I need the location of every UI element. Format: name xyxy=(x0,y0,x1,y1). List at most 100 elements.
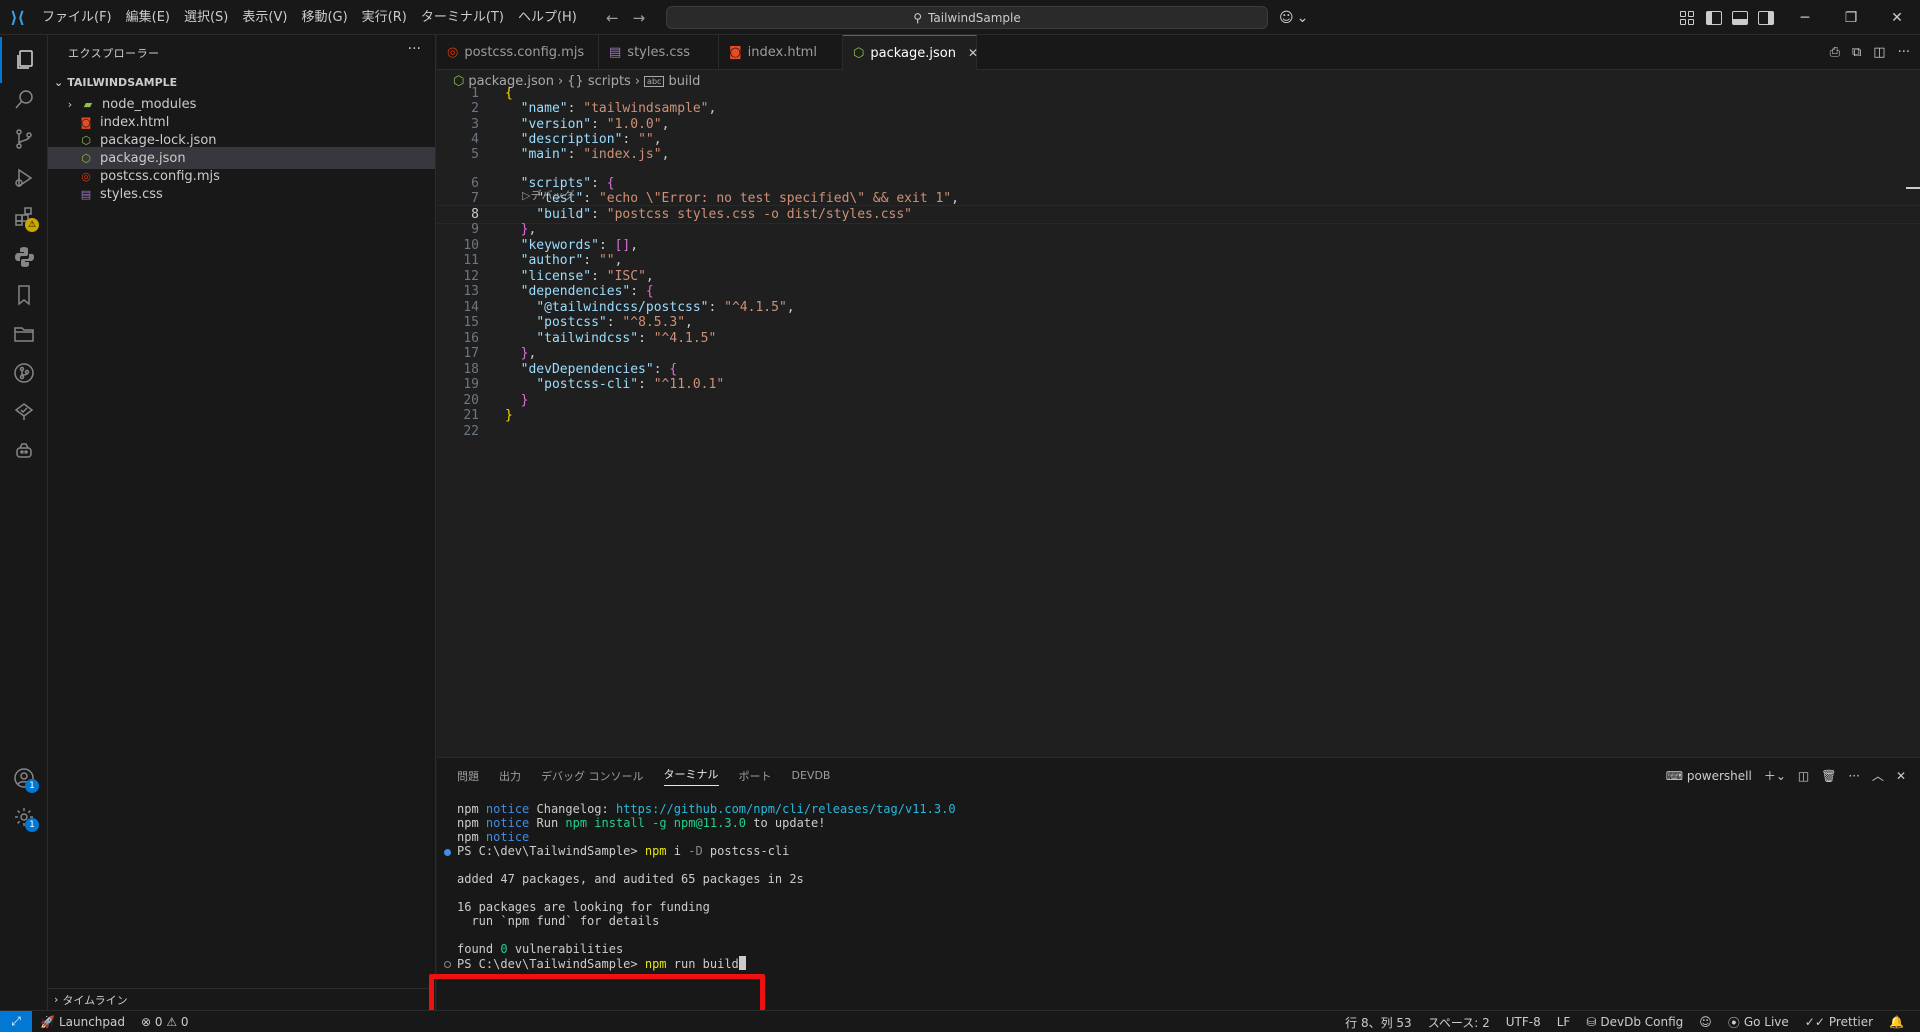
tree-item-label: postcss.config.mjs xyxy=(100,168,220,184)
editor-actions: ⎙ ⧉ ◫ ··· xyxy=(1830,35,1910,70)
trash-icon[interactable]: 🗑 xyxy=(1821,769,1836,783)
json-icon: ⬡ xyxy=(81,151,91,165)
json-key: "postcss" xyxy=(536,315,607,330)
terminal-line-current: PS C:\dev\TailwindSample> npm run build xyxy=(457,956,746,973)
status-bar-right: 行 8、列 53 スペース: 2 UTF-8 LF ⛁ DevDb Config … xyxy=(1337,1011,1912,1032)
command-center[interactable]: ⚲ TailwindSample xyxy=(666,6,1268,29)
close-icon[interactable]: ✕ xyxy=(968,46,978,60)
panel-tab-problems[interactable]: 問題 xyxy=(457,768,479,784)
maximize-panel-icon[interactable]: ︿ xyxy=(1872,767,1884,784)
toggle-secondary-sidebar-icon[interactable] xyxy=(1758,10,1774,25)
toggle-primary-sidebar-icon[interactable] xyxy=(1706,10,1722,25)
css-icon: ▤ xyxy=(609,45,622,60)
menu-edit[interactable]: 編集(E) xyxy=(119,0,177,35)
remote-icon[interactable]: ⤢ xyxy=(0,1010,32,1032)
json-key: "author" xyxy=(520,253,584,268)
split-terminal-icon[interactable]: ◫ xyxy=(1798,769,1809,783)
timeline-header[interactable]: › タイムライン xyxy=(48,988,435,1010)
cursor-position[interactable]: 行 8、列 53 xyxy=(1337,1014,1420,1031)
command-pending-dot-icon xyxy=(444,961,451,968)
tab-label: index.html xyxy=(747,45,817,60)
launchpad-item[interactable]: 🚀 Launchpad xyxy=(32,1015,133,1029)
tree-item-label: index.html xyxy=(100,114,170,130)
go-live[interactable]: ⦿ Go Live xyxy=(1720,1014,1797,1031)
panel-tab-ports[interactable]: ポート xyxy=(739,768,772,784)
menu-run[interactable]: 実行(R) xyxy=(355,0,414,35)
tree-item-label: package-lock.json xyxy=(100,132,217,148)
json-icon: ⬡ xyxy=(81,133,91,147)
menu-view[interactable]: 表示(V) xyxy=(235,0,294,35)
indentation[interactable]: スペース: 2 xyxy=(1420,1014,1498,1031)
code-line: 5 "main": "index.js", xyxy=(437,145,1920,164)
project-name: TAILWINDSAMPLE xyxy=(67,75,178,89)
copilot-status-icon[interactable]: ☺ xyxy=(1691,1015,1720,1029)
shell-label: powershell xyxy=(1686,768,1752,783)
devdb-config[interactable]: ⛁ DevDb Config xyxy=(1578,1015,1691,1029)
toggle-panel-icon[interactable] xyxy=(1732,10,1748,25)
encoding[interactable]: UTF-8 xyxy=(1498,1015,1549,1029)
menu-selection[interactable]: 選択(S) xyxy=(177,0,235,35)
more-actions-icon[interactable]: ··· xyxy=(1898,45,1910,60)
chevron-down-icon: ⌄ xyxy=(1296,9,1309,26)
json-key: "dependencies" xyxy=(520,284,631,299)
tab-label: package.json xyxy=(870,45,956,61)
menu-terminal[interactable]: ターミナル(T) xyxy=(414,0,511,35)
restore-icon[interactable]: ❐ xyxy=(1828,0,1874,35)
debug-codelens[interactable]: ▷デバッグ xyxy=(522,187,574,203)
more-actions-icon[interactable]: ··· xyxy=(1848,769,1859,783)
close-icon[interactable]: ✕ xyxy=(1896,769,1906,783)
line-number: 15 xyxy=(463,315,479,330)
bell-icon[interactable]: 🔔 xyxy=(1881,1015,1912,1029)
menu-bar: ファイル(F) 編集(E) 選択(S) 表示(V) 移動(G) 実行(R) ター… xyxy=(35,0,584,35)
arrow-right-icon[interactable]: → xyxy=(633,9,646,27)
json-key: "name" xyxy=(520,101,568,116)
tree-item-label: styles.css xyxy=(100,186,163,202)
project-header[interactable]: ⌄ TAILWINDSAMPLE xyxy=(48,71,435,93)
terminal-shell-selector[interactable]: ⌨ powershell xyxy=(1666,769,1752,783)
json-value: "^11.0.1" xyxy=(653,377,725,392)
end-of-line[interactable]: LF xyxy=(1549,1015,1579,1029)
editor-tabs: ◎ postcss.config.mjs ▤ styles.css ◙ inde… xyxy=(437,35,1920,70)
code-editor[interactable]: 1{ 2 "name": "tailwindsample", 3 "versio… xyxy=(437,86,1920,757)
problems-item[interactable]: ⊗ 0 ⚠ 0 xyxy=(133,1015,197,1029)
add-terminal-icon[interactable]: ＋⌄ xyxy=(1764,767,1786,784)
menu-help[interactable]: ヘルプ(H) xyxy=(511,0,584,35)
chevron-right-icon: › xyxy=(54,993,59,1006)
panel-tab-output[interactable]: 出力 xyxy=(499,768,521,784)
line-number: 13 xyxy=(463,284,479,299)
activity-bar: ⚠ 1 1 xyxy=(0,35,48,1010)
arrow-left-icon[interactable]: ← xyxy=(606,9,619,27)
prettier[interactable]: ✓✓ Prettier xyxy=(1797,1015,1881,1029)
customize-layout-icon[interactable] xyxy=(1680,10,1696,25)
more-actions-icon[interactable]: ··· xyxy=(408,41,421,57)
preview-icon[interactable]: ⧉ xyxy=(1852,45,1861,60)
gear-icon[interactable]: 1 xyxy=(0,794,48,840)
tab-postcss-config[interactable]: ◎ postcss.config.mjs xyxy=(437,35,599,70)
line-number: 5 xyxy=(471,147,479,162)
css-icon: ▤ xyxy=(80,187,92,201)
line-number: 9 xyxy=(471,222,479,237)
tab-index-html[interactable]: ◙ index.html xyxy=(719,35,843,70)
tab-styles-css[interactable]: ▤ styles.css xyxy=(599,35,719,70)
window-controls: ─ ❐ ✕ xyxy=(1782,0,1920,35)
print-icon[interactable]: ⎙ xyxy=(1830,45,1840,60)
panel-tab-devdb[interactable]: DEVDB xyxy=(792,769,831,782)
terminal-output[interactable]: npm notice Changelog: https://github.com… xyxy=(437,802,1907,1011)
json-icon: ⬡ xyxy=(853,45,865,61)
json-key: "main" xyxy=(520,147,568,162)
search-icon: ⚲ xyxy=(913,10,923,25)
tree-item-styles-css[interactable]: ▤ styles.css xyxy=(48,183,435,205)
panel-tab-terminal[interactable]: ターミナル xyxy=(663,766,719,786)
copilot-icon[interactable] xyxy=(0,428,48,474)
json-value: "tailwindsample" xyxy=(583,101,709,116)
menu-file[interactable]: ファイル(F) xyxy=(35,0,119,35)
copilot-menu[interactable]: ☺ ⌄ xyxy=(1279,0,1308,35)
tab-package-json[interactable]: ⬡ package.json ✕ xyxy=(843,35,978,70)
launchpad-label: Launchpad xyxy=(58,1014,125,1029)
panel-actions: ⌨ powershell ＋⌄ ◫ 🗑 ··· ︿ ✕ xyxy=(1666,758,1906,793)
panel-tab-debug-console[interactable]: デバッグ コンソール xyxy=(541,768,644,784)
close-icon[interactable]: ✕ xyxy=(1874,0,1920,35)
split-editor-icon[interactable]: ◫ xyxy=(1873,45,1885,60)
minimize-icon[interactable]: ─ xyxy=(1782,0,1828,35)
menu-go[interactable]: 移動(G) xyxy=(294,0,354,35)
